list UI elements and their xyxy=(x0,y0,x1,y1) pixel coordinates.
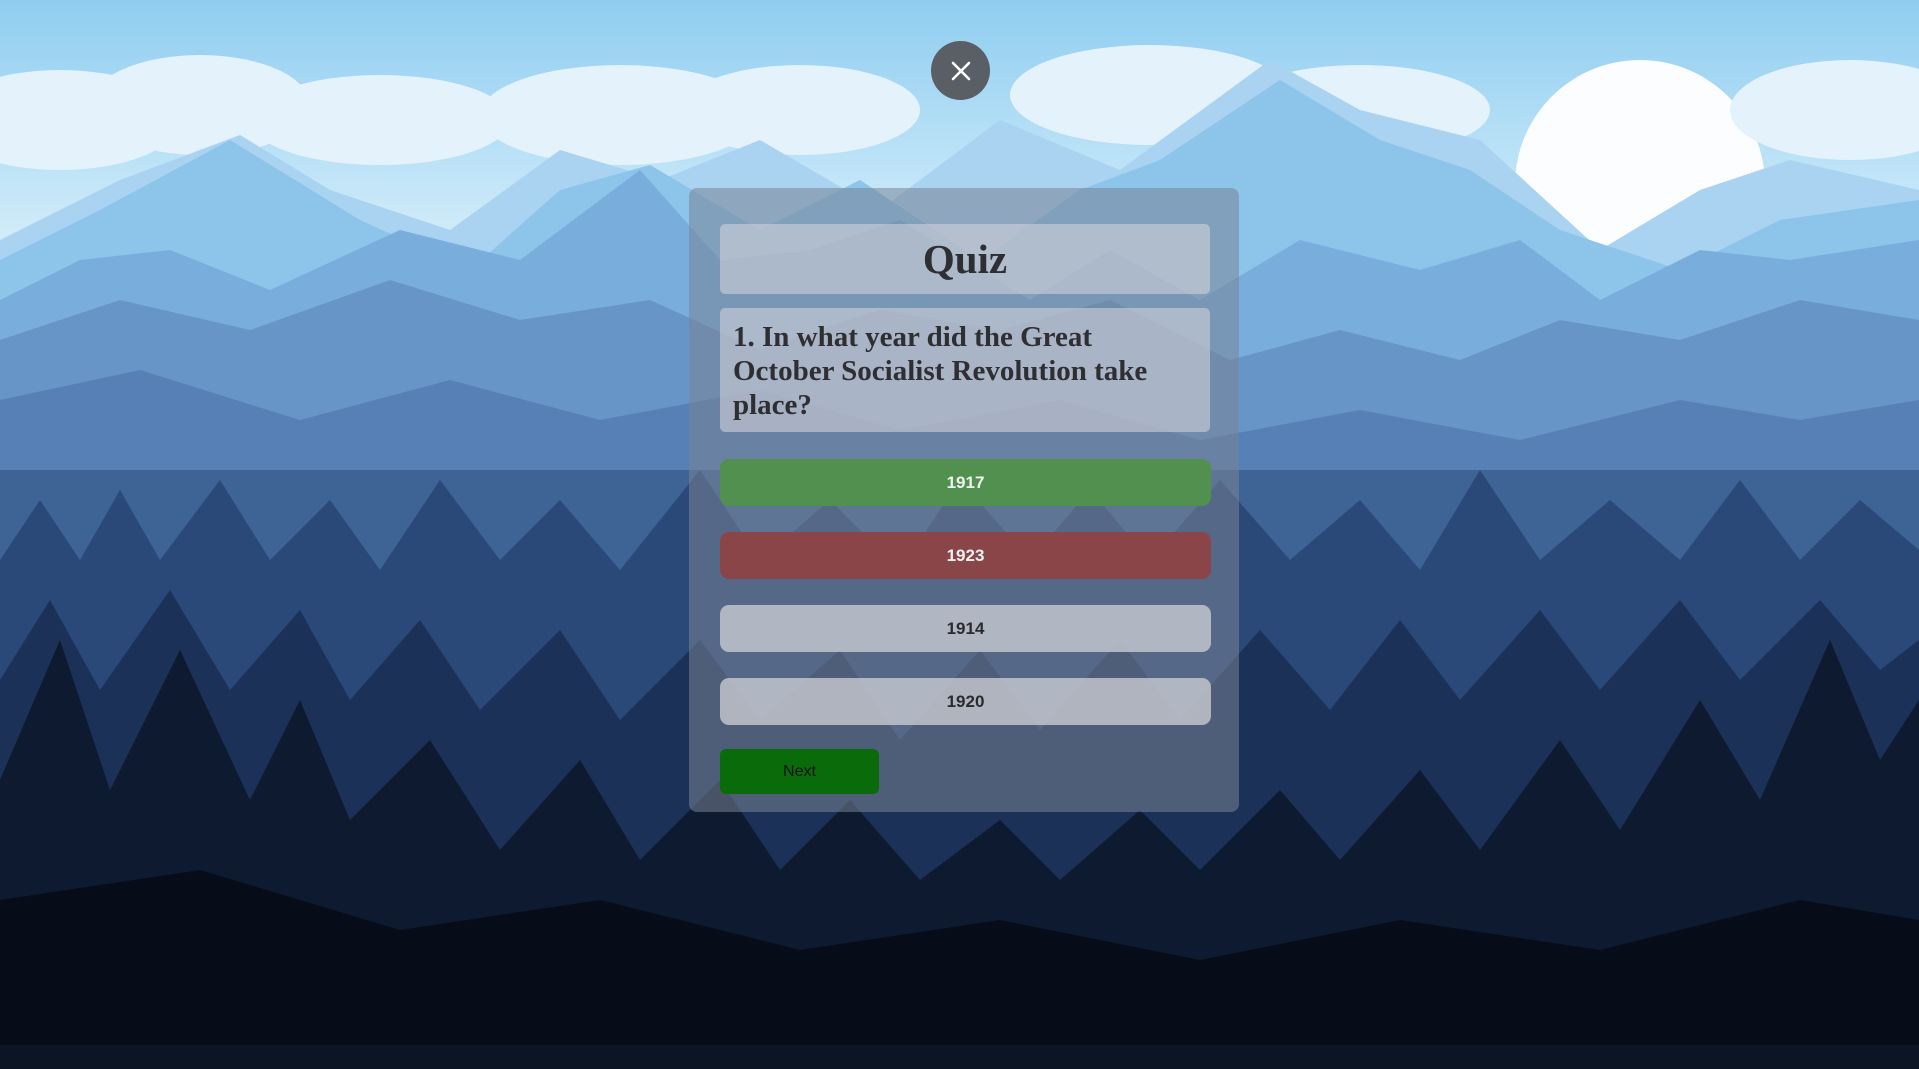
answer-button-correct[interactable]: 1917 xyxy=(720,459,1211,506)
answer-button[interactable]: 1914 xyxy=(720,605,1211,652)
answer-button[interactable]: 1920 xyxy=(720,678,1211,725)
question-text: 1. In what year did the Great October So… xyxy=(720,308,1210,432)
next-button[interactable]: Next xyxy=(720,749,879,794)
close-button[interactable] xyxy=(931,41,990,100)
answer-list: 1917 1923 1914 1920 xyxy=(720,459,1211,725)
quiz-title: Quiz xyxy=(720,224,1210,294)
close-icon xyxy=(951,61,970,80)
quiz-screen: Quiz 1. In what year did the Great Octob… xyxy=(0,0,1919,1069)
answer-button-wrong[interactable]: 1923 xyxy=(720,532,1211,579)
quiz-panel: Quiz 1. In what year did the Great Octob… xyxy=(689,188,1239,812)
